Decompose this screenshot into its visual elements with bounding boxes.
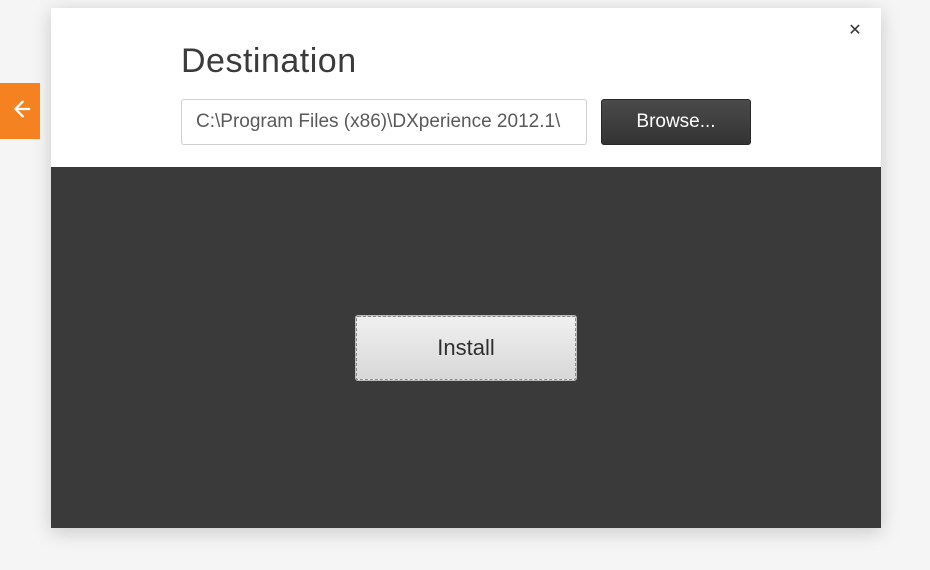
destination-row: Browse...	[181, 99, 751, 145]
close-icon: ✕	[848, 20, 861, 40]
destination-section: Destination Browse...	[51, 8, 881, 167]
back-button[interactable]	[0, 83, 40, 139]
page-title: Destination	[181, 42, 751, 81]
install-button[interactable]: Install	[356, 316, 576, 380]
browse-button[interactable]: Browse...	[601, 99, 751, 145]
arrow-left-icon	[9, 98, 31, 125]
destination-path-input[interactable]	[181, 99, 587, 145]
action-area: Install	[51, 167, 881, 528]
close-button[interactable]: ✕	[841, 16, 869, 44]
installer-panel: ✕ Destination Browse... Install	[51, 8, 881, 528]
